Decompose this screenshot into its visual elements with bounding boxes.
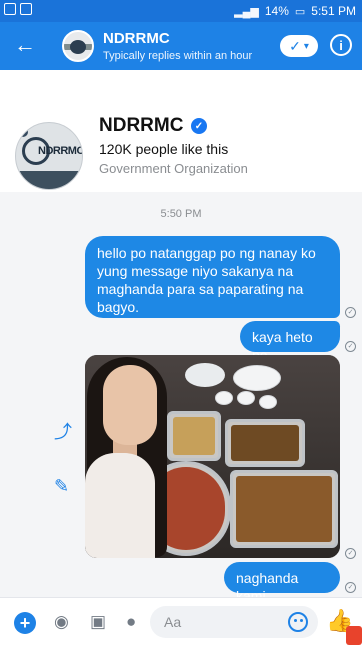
seen-icon: ✓ bbox=[345, 548, 356, 559]
photo-message[interactable] bbox=[85, 355, 340, 558]
battery-icon: ▭ bbox=[294, 5, 306, 18]
chat-subtitle: Typically replies within an hour bbox=[103, 50, 253, 62]
plus-icon[interactable]: + bbox=[14, 612, 36, 634]
notification-icon bbox=[4, 3, 16, 15]
message-input[interactable]: Aa bbox=[150, 606, 318, 638]
page-name: NDRRMC bbox=[99, 115, 184, 136]
message-bubble[interactable]: naghanda kami bbox=[224, 562, 340, 604]
chevron-down-icon: ▾ bbox=[303, 40, 309, 52]
camera-icon[interactable]: ◉ bbox=[54, 612, 69, 632]
message-input-placeholder: Aa bbox=[164, 614, 182, 630]
image-icon[interactable]: ▣ bbox=[90, 612, 106, 632]
notification-icons bbox=[4, 3, 32, 15]
checkmark-icon: ✓ bbox=[289, 37, 301, 54]
verified-badge-icon: ✓ bbox=[191, 118, 207, 134]
share-icon[interactable]: ⤴ bbox=[54, 418, 72, 444]
message-composer: + ◉ ▣ ● Aa 👍 bbox=[0, 597, 362, 645]
page-info-card: NDRRMC NDRRMC ✓ 120K people like this Go… bbox=[0, 70, 362, 192]
avatar[interactable] bbox=[62, 30, 94, 62]
battery-level: 14% bbox=[264, 4, 289, 18]
chat-header: ← NDRRMC Typically replies within an hou… bbox=[0, 22, 362, 70]
app-badge bbox=[346, 626, 362, 645]
notification-icon bbox=[20, 3, 32, 15]
signal-icon: ▂▄▆ bbox=[234, 5, 259, 18]
page-category: Government Organization bbox=[99, 161, 248, 176]
page-likes: 120K people like this bbox=[99, 141, 229, 157]
microphone-icon[interactable]: ● bbox=[126, 612, 136, 632]
page-logo: NDRRMC bbox=[15, 122, 83, 190]
arrow-left-icon[interactable]: ← bbox=[14, 34, 36, 56]
emoji-icon[interactable] bbox=[288, 612, 308, 632]
message-bubble[interactable]: kaya heto po bbox=[240, 321, 340, 363]
message-bubble[interactable]: hello po natanggap po ng nanay ko yung m… bbox=[85, 236, 340, 318]
status-bar: ▂▄▆ 14% ▭ 5:51 PM bbox=[0, 0, 362, 22]
info-icon[interactable]: i bbox=[330, 34, 352, 56]
checkmark-dropdown-button[interactable]: ✓ ▾ bbox=[280, 35, 318, 57]
seen-icon: ✓ bbox=[345, 582, 356, 593]
message-timestamp: 5:50 PM bbox=[160, 208, 202, 220]
chat-title[interactable]: NDRRMC bbox=[103, 30, 170, 47]
seen-icon: ✓ bbox=[345, 307, 356, 318]
seen-icon: ✓ bbox=[345, 341, 356, 352]
edit-icon[interactable]: ✎ bbox=[54, 476, 69, 497]
clock: 5:51 PM bbox=[311, 4, 356, 18]
logo-text: NDRRMC bbox=[38, 145, 83, 157]
